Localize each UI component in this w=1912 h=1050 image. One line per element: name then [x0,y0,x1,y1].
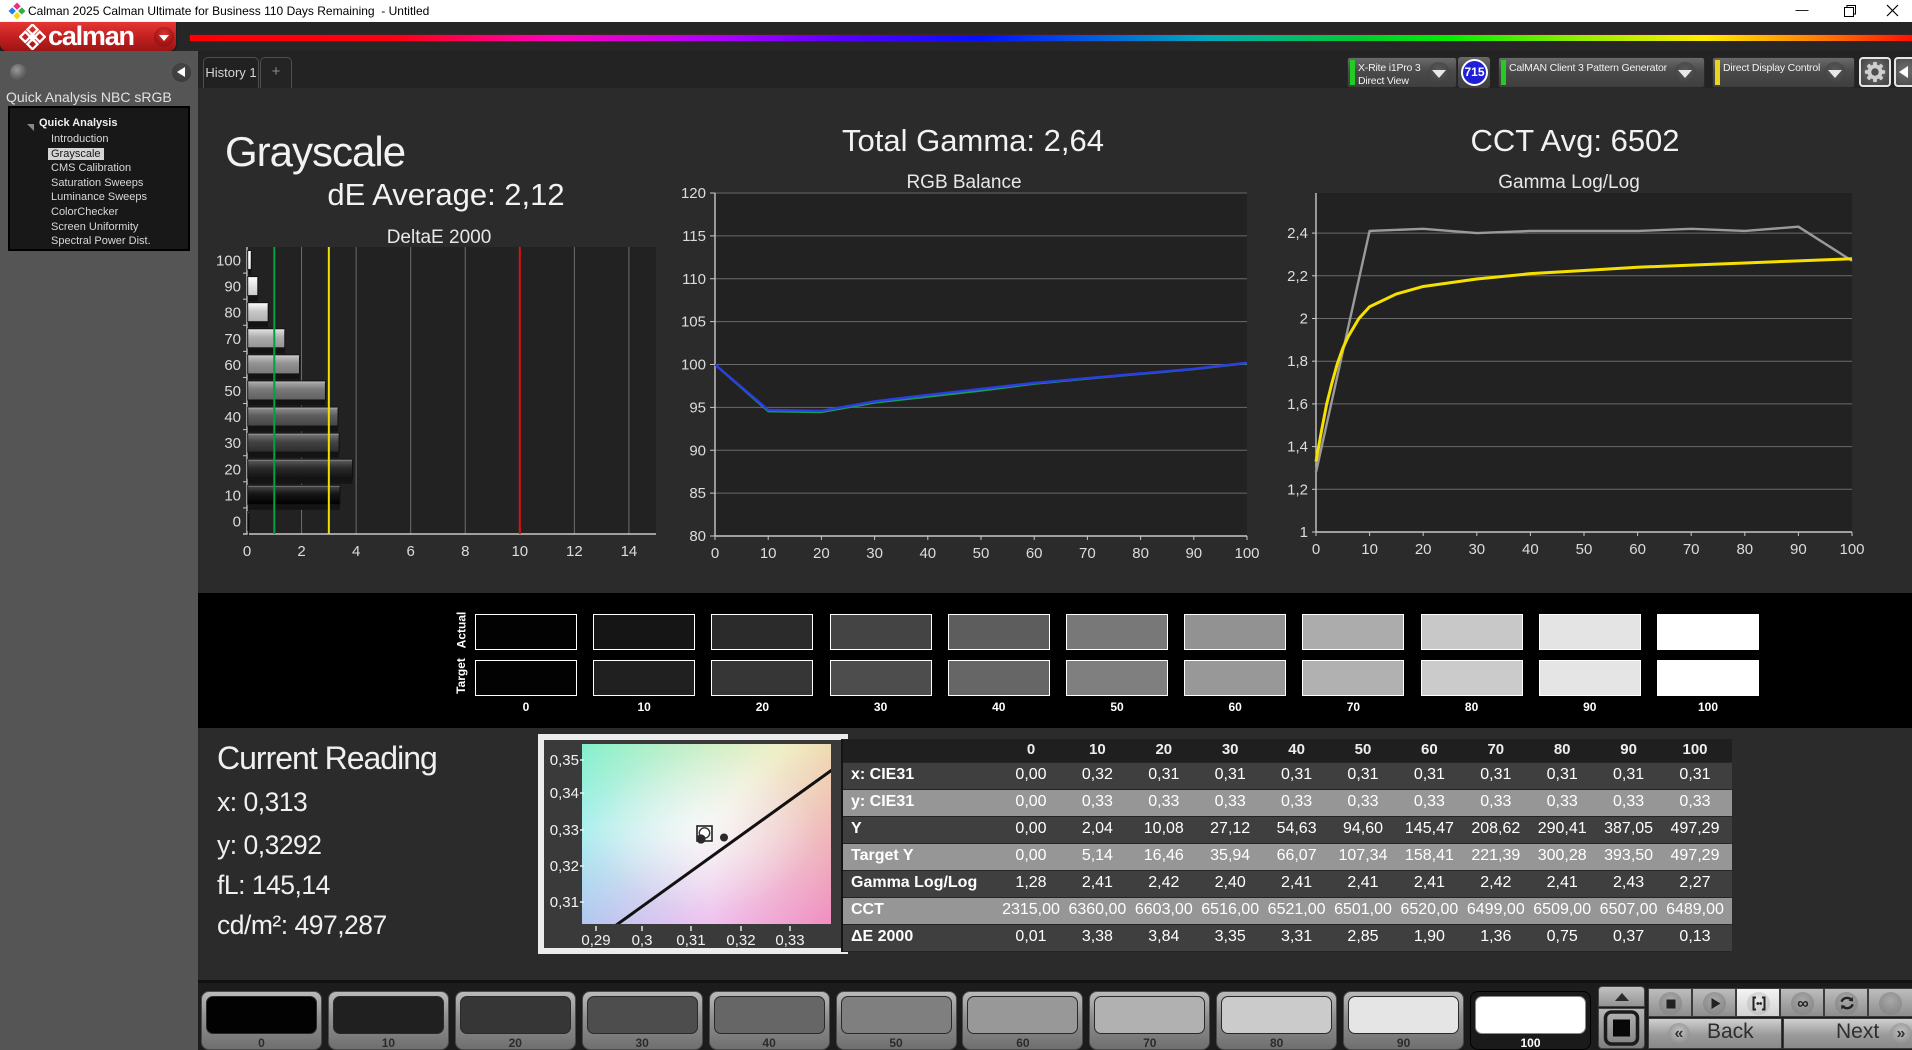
svg-text:10: 10 [224,487,241,504]
svg-text:0,29: 0,29 [581,932,610,949]
svg-text:10: 10 [1361,541,1378,558]
svg-text:0: 0 [711,545,719,562]
svg-text:2,2: 2,2 [1287,268,1308,285]
svg-text:30: 30 [1468,541,1485,558]
svg-text:10: 10 [760,545,777,562]
svg-text:2: 2 [297,543,305,560]
svg-text:8: 8 [461,543,469,560]
svg-text:0,33: 0,33 [775,932,804,949]
svg-text:0: 0 [1312,541,1320,558]
svg-text:DeltaE 2000: DeltaE 2000 [387,227,492,248]
svg-text:90: 90 [1185,545,1202,562]
svg-text:50: 50 [224,383,241,400]
svg-text:0,35: 0,35 [550,752,579,769]
svg-text:10: 10 [511,543,528,560]
svg-text:85: 85 [689,485,706,502]
svg-text:12: 12 [566,543,583,560]
svg-text:110: 110 [682,271,706,288]
svg-text:0,31: 0,31 [550,894,579,911]
svg-text:120: 120 [681,185,706,202]
svg-text:60: 60 [224,357,241,374]
svg-text:60: 60 [1629,541,1646,558]
svg-text:Total Gamma: 2,64: Total Gamma: 2,64 [842,123,1104,158]
svg-text:80: 80 [224,305,241,322]
svg-text:100: 100 [1234,545,1259,562]
svg-text:100: 100 [216,253,241,270]
svg-text:95: 95 [689,399,706,416]
svg-text:0,34: 0,34 [550,785,579,802]
svg-text:0: 0 [233,513,241,530]
svg-text:4: 4 [352,543,360,560]
svg-text:∞: ∞ [1797,996,1808,1013]
svg-text:50: 50 [973,545,990,562]
svg-text:60: 60 [1026,545,1043,562]
svg-text:1,2: 1,2 [1287,481,1308,498]
svg-text:115: 115 [682,228,706,245]
svg-text:2,4: 2,4 [1287,225,1308,242]
svg-text:CCT Avg: 6502: CCT Avg: 6502 [1470,123,1679,158]
svg-text:100: 100 [1839,541,1864,558]
svg-text:6: 6 [407,543,415,560]
svg-text:30: 30 [224,435,241,452]
svg-text:100: 100 [681,357,706,374]
svg-text:RGB Balance: RGB Balance [906,172,1021,193]
svg-text:0,31: 0,31 [676,932,705,949]
svg-text:80: 80 [689,528,706,545]
svg-text:70: 70 [224,331,241,348]
svg-text:1,8: 1,8 [1287,353,1308,370]
svg-text:90: 90 [224,279,241,296]
svg-text:70: 70 [1079,545,1096,562]
svg-text:105: 105 [681,314,706,331]
svg-text:40: 40 [1522,541,1539,558]
svg-text:90: 90 [1790,541,1807,558]
svg-text:0,33: 0,33 [550,822,579,839]
svg-text:90: 90 [689,442,706,459]
svg-text:1,4: 1,4 [1287,439,1308,456]
svg-text:80: 80 [1736,541,1753,558]
svg-text:14: 14 [621,543,638,560]
svg-text:dE Average: 2,12: dE Average: 2,12 [327,177,564,212]
svg-text:0: 0 [243,543,251,560]
svg-text:Grayscale: Grayscale [225,128,405,175]
svg-text:2: 2 [1300,311,1308,328]
svg-text:70: 70 [1683,541,1700,558]
svg-text:20: 20 [224,461,241,478]
svg-text:20: 20 [813,545,830,562]
svg-text:1,6: 1,6 [1287,396,1308,413]
svg-text:0,32: 0,32 [550,858,579,875]
svg-text:0,32: 0,32 [726,932,755,949]
svg-text:40: 40 [224,409,241,426]
svg-text:Gamma Log/Log: Gamma Log/Log [1498,172,1640,193]
svg-text:40: 40 [919,545,936,562]
svg-text:50: 50 [1576,541,1593,558]
svg-text:20: 20 [1415,541,1432,558]
svg-text:30: 30 [866,545,883,562]
svg-text:1: 1 [1300,524,1308,541]
svg-text:0,3: 0,3 [632,932,653,949]
svg-text:80: 80 [1132,545,1149,562]
